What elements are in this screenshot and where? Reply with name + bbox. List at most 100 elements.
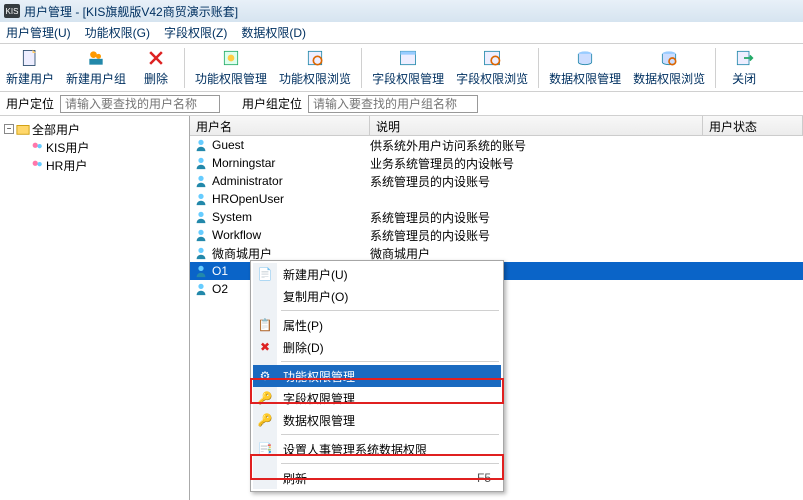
- menu-user-mgmt[interactable]: 用户管理(U): [6, 24, 71, 41]
- ctx-label: 新建用户(U): [283, 266, 348, 283]
- users-icon: [30, 158, 44, 172]
- user-icon: [194, 210, 208, 224]
- ctx-func-mgmt[interactable]: ⚙ 功能权限管理: [253, 365, 501, 387]
- ctx-shortcut: F5: [477, 471, 491, 485]
- new-group-icon: [86, 48, 106, 68]
- cell-username: HROpenUser: [212, 192, 284, 206]
- data-mgmt-icon: 🔑: [257, 412, 273, 428]
- ctx-copy-user[interactable]: 复制用户(O): [253, 285, 501, 307]
- cell-username: 微商城用户: [212, 245, 272, 262]
- func-mgmt-icon: ⚙: [257, 368, 273, 384]
- toolbar-separator: [361, 48, 362, 88]
- user-locator-label: 用户定位: [6, 95, 54, 112]
- toolbar-label: 新建用户组: [66, 70, 126, 87]
- hr-data-icon: 📑: [257, 441, 273, 457]
- field-mgmt-icon: 🔑: [257, 390, 273, 406]
- menu-separator: [281, 434, 499, 435]
- menu-separator: [281, 361, 499, 362]
- toolbar-separator: [184, 48, 185, 88]
- cell-desc: 业务系统管理员的内设帐号: [370, 155, 703, 172]
- col-username[interactable]: 用户名: [190, 116, 370, 135]
- field-mgmt-button[interactable]: 字段权限管理: [366, 45, 450, 91]
- menu-field-perm[interactable]: 字段权限(Z): [164, 24, 227, 41]
- user-icon: [194, 228, 208, 242]
- table-row[interactable]: Workflow系统管理员的内设账号: [190, 226, 803, 244]
- delete-icon: [146, 48, 166, 68]
- tree-root[interactable]: − 全部用户: [4, 120, 185, 138]
- func-view-button[interactable]: 功能权限浏览: [273, 45, 357, 91]
- data-view-button[interactable]: 数据权限浏览: [627, 45, 711, 91]
- col-desc[interactable]: 说明: [370, 116, 703, 135]
- func-mgmt-button[interactable]: 功能权限管理: [189, 45, 273, 91]
- ctx-hr-data-perm[interactable]: 📑 设置人事管理系统数据权限: [253, 438, 501, 460]
- group-locator-input[interactable]: [308, 95, 478, 113]
- folder-icon: [16, 122, 30, 136]
- data-mgmt-icon: [575, 48, 595, 68]
- ctx-label: 设置人事管理系统数据权限: [283, 441, 427, 458]
- body: − 全部用户 KIS用户 HR用户 用户名 说明 用户状态 Guest供系统外用…: [0, 116, 803, 500]
- grid-header: 用户名 说明 用户状态: [190, 116, 803, 136]
- toolbar-separator: [538, 48, 539, 88]
- new-user-button[interactable]: 新建用户: [0, 45, 60, 91]
- func-view-icon: [305, 48, 325, 68]
- collapse-icon[interactable]: −: [4, 124, 14, 134]
- col-status[interactable]: 用户状态: [703, 116, 803, 135]
- cell-desc: 供系统外用户访问系统的账号: [370, 137, 703, 154]
- ctx-label: 刷新: [283, 470, 307, 487]
- cell-username: Administrator: [212, 174, 283, 188]
- cell-username: Morningstar: [212, 156, 275, 170]
- user-locator-input[interactable]: [60, 95, 220, 113]
- user-icon: [194, 156, 208, 170]
- user-icon: [194, 264, 208, 278]
- table-row[interactable]: Guest供系统外用户访问系统的账号: [190, 136, 803, 154]
- context-menu: 📄 新建用户(U) 复制用户(O) 📋 属性(P) ✖ 删除(D) ⚙ 功能权限…: [250, 260, 504, 492]
- data-mgmt-button[interactable]: 数据权限管理: [543, 45, 627, 91]
- user-icon: [194, 246, 208, 260]
- func-mgmt-icon: [221, 48, 241, 68]
- table-row[interactable]: Administrator 系统管理员的内设账号: [190, 172, 803, 190]
- table-row[interactable]: HROpenUser: [190, 190, 803, 208]
- tree-panel: − 全部用户 KIS用户 HR用户: [0, 116, 190, 500]
- ctx-label: 属性(P): [283, 317, 323, 334]
- group-locator-label: 用户组定位: [242, 95, 302, 112]
- ctx-field-mgmt[interactable]: 🔑 字段权限管理: [253, 387, 501, 409]
- ctx-delete[interactable]: ✖ 删除(D): [253, 336, 501, 358]
- toolbar-label: 关闭: [732, 70, 756, 87]
- field-view-button[interactable]: 字段权限浏览: [450, 45, 534, 91]
- close-button[interactable]: 关闭: [720, 45, 768, 91]
- locator-bar: 用户定位 用户组定位: [0, 92, 803, 116]
- title-bar: KIS 用户管理 - [KIS旗舰版V42商贸演示账套]: [0, 0, 803, 22]
- menu-separator: [281, 310, 499, 311]
- user-icon: [194, 192, 208, 206]
- ctx-label: 复制用户(O): [283, 288, 348, 305]
- toolbar: 新建用户 新建用户组 删除 功能权限管理 功能权限浏览 字段权限管理 字段权限浏…: [0, 44, 803, 92]
- tree-label: HR用户: [46, 157, 87, 174]
- new-group-button[interactable]: 新建用户组: [60, 45, 132, 91]
- cell-username: O2: [212, 282, 228, 296]
- data-view-icon: [659, 48, 679, 68]
- tree-label: 全部用户: [32, 121, 80, 138]
- delete-button[interactable]: 删除: [132, 45, 180, 91]
- tree-label: KIS用户: [46, 139, 89, 156]
- ctx-label: 字段权限管理: [283, 390, 355, 407]
- close-icon: [734, 48, 754, 68]
- table-row[interactable]: Morningstar 业务系统管理员的内设帐号: [190, 154, 803, 172]
- tree-hr-user[interactable]: HR用户: [4, 156, 185, 174]
- ctx-properties[interactable]: 📋 属性(P): [253, 314, 501, 336]
- delete-icon: ✖: [257, 339, 273, 355]
- toolbar-label: 数据权限管理: [549, 70, 621, 87]
- tree-kis-user[interactable]: KIS用户: [4, 138, 185, 156]
- users-icon: [30, 140, 44, 154]
- ctx-new-user[interactable]: 📄 新建用户(U): [253, 263, 501, 285]
- menu-func-perm[interactable]: 功能权限(G): [85, 24, 150, 41]
- table-row[interactable]: System系统管理员的内设账号: [190, 208, 803, 226]
- menu-data-perm[interactable]: 数据权限(D): [241, 24, 306, 41]
- toolbar-label: 新建用户: [6, 70, 54, 87]
- menu-separator: [281, 463, 499, 464]
- cell-desc: 系统管理员的内设账号: [370, 173, 703, 190]
- ctx-refresh[interactable]: 刷新 F5: [253, 467, 501, 489]
- user-icon: [194, 282, 208, 296]
- cell-desc: 系统管理员的内设账号: [370, 227, 703, 244]
- ctx-data-mgmt[interactable]: 🔑 数据权限管理: [253, 409, 501, 431]
- cell-username: O1: [212, 264, 228, 278]
